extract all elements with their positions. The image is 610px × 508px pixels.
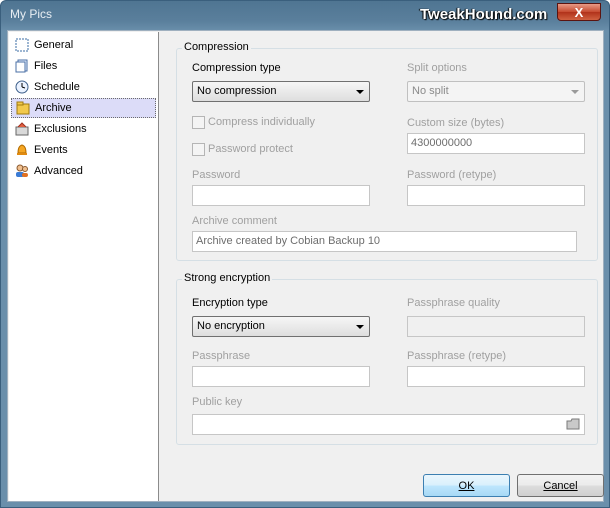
nav-item-files[interactable]: Files	[11, 56, 156, 76]
settings-nav-list: General Files Schedule Archive Exclusion…	[9, 32, 159, 501]
archive-comment-value: Archive created by Cobian Backup 10	[196, 235, 381, 247]
nav-item-general[interactable]: General	[11, 35, 156, 55]
nav-item-label: Advanced	[34, 165, 83, 177]
cancel-button[interactable]: Cancel	[517, 474, 604, 497]
passphrase-quality-meter	[407, 316, 585, 337]
nav-item-exclusions[interactable]: Exclusions	[11, 119, 156, 139]
nav-item-label: General	[34, 39, 74, 51]
ok-button-label: OK	[458, 479, 475, 492]
compress-individually-label: Compress individually	[208, 116, 315, 128]
encryption-group: Strong encryption Encryption type No enc…	[176, 272, 598, 445]
folder-icon[interactable]	[566, 418, 580, 430]
close-button[interactable]: X	[557, 3, 601, 21]
nav-item-label: Events	[34, 144, 68, 156]
watermark-text: TweakHound.com	[420, 6, 548, 23]
split-options-dropdown[interactable]: No split	[407, 81, 585, 102]
title-bar[interactable]: My Pics TweakHound.com X	[1, 1, 609, 31]
password-label: Password	[192, 169, 241, 181]
passphrase-label: Passphrase	[192, 350, 251, 362]
exclusions-icon	[14, 121, 30, 137]
custom-size-value: 4300000000	[411, 137, 473, 149]
compression-type-dropdown[interactable]: No compression	[192, 81, 370, 102]
password-retype-field[interactable]	[407, 185, 585, 206]
public-key-label: Public key	[192, 396, 243, 408]
archive-comment-label: Archive comment	[192, 215, 277, 227]
close-icon: X	[574, 4, 584, 20]
password-field[interactable]	[192, 185, 370, 206]
nav-item-schedule[interactable]: Schedule	[11, 77, 156, 97]
nav-item-advanced[interactable]: Advanced	[11, 161, 156, 181]
custom-size-label: Custom size (bytes)	[407, 117, 505, 129]
passphrase-field[interactable]	[192, 366, 370, 387]
split-options-value: No split	[412, 85, 449, 97]
cancel-button-label: Cancel	[543, 479, 578, 492]
compress-individually-checkbox[interactable]	[192, 116, 205, 129]
encryption-type-label: Encryption type	[192, 297, 268, 309]
window-title: My Pics	[10, 7, 52, 21]
main-window: My Pics TweakHound.com X General Files S…	[0, 0, 610, 508]
encryption-type-dropdown[interactable]: No encryption	[192, 316, 370, 337]
nav-item-label: Exclusions	[34, 123, 87, 135]
bell-icon	[14, 142, 30, 158]
passphrase-retype-label: Passphrase (retype)	[407, 350, 507, 362]
chevron-down-icon	[356, 325, 364, 329]
chevron-down-icon	[356, 90, 364, 94]
encryption-group-title: Strong encryption	[182, 272, 273, 284]
password-protect-label: Password protect	[208, 143, 293, 155]
dialog-client-area: General Files Schedule Archive Exclusion…	[7, 30, 604, 502]
archive-icon	[15, 100, 31, 116]
general-icon	[14, 37, 30, 53]
users-icon	[14, 163, 30, 179]
compression-group: Compression Compression type No compress…	[176, 41, 598, 261]
nav-item-label: Schedule	[34, 81, 80, 93]
password-retype-label: Password (retype)	[407, 169, 497, 181]
custom-size-input[interactable]: 4300000000	[407, 133, 585, 154]
split-options-label: Split options	[407, 62, 467, 74]
nav-item-label: Archive	[35, 102, 72, 114]
compression-group-title: Compression	[182, 41, 251, 53]
files-icon	[14, 58, 30, 74]
chevron-down-icon	[571, 90, 579, 94]
compression-type-value: No compression	[197, 85, 277, 97]
nav-item-label: Files	[34, 60, 58, 72]
archive-comment-input[interactable]: Archive created by Cobian Backup 10	[192, 231, 577, 252]
ok-button[interactable]: OK	[423, 474, 510, 497]
schedule-icon	[14, 79, 30, 95]
compression-type-label: Compression type	[192, 62, 281, 74]
passphrase-retype-field[interactable]	[407, 366, 585, 387]
encryption-type-value: No encryption	[197, 320, 265, 332]
archive-settings-panel: Compression Compression type No compress…	[160, 31, 604, 501]
public-key-input[interactable]	[192, 414, 585, 435]
nav-item-events[interactable]: Events	[11, 140, 156, 160]
passphrase-quality-label: Passphrase quality	[407, 297, 500, 309]
nav-item-archive[interactable]: Archive	[11, 98, 156, 118]
password-protect-checkbox[interactable]	[192, 143, 205, 156]
